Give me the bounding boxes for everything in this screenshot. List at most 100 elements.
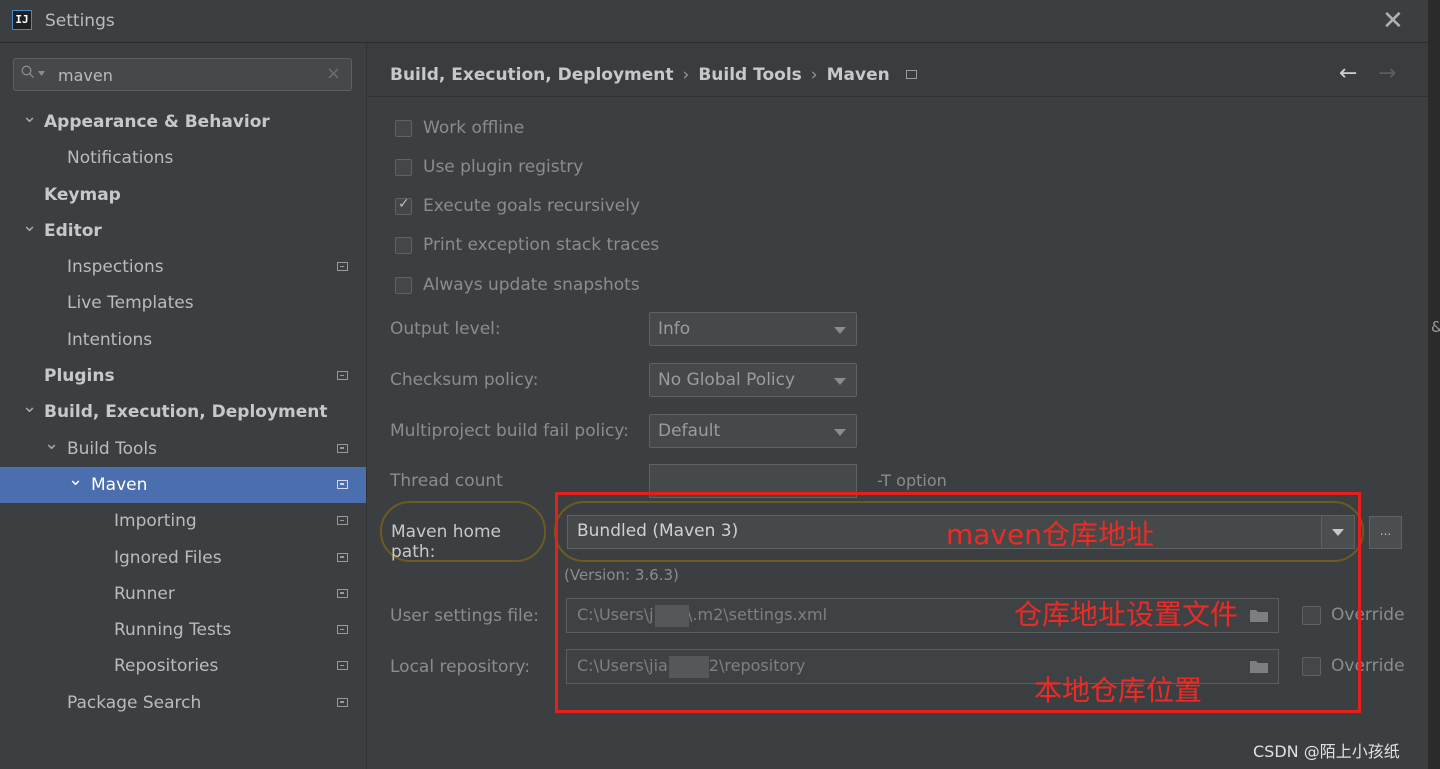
checkbox-box-checked[interactable] xyxy=(395,196,412,215)
sidebar-item-package-search[interactable]: Package Search xyxy=(0,685,366,721)
sidebar-item-label: Plugins xyxy=(44,366,115,387)
folder-icon[interactable] xyxy=(1250,660,1268,673)
sidebar-item-appearance-behavior[interactable]: ⌄ Appearance & Behavior xyxy=(0,104,366,140)
project-level-icon xyxy=(905,70,917,79)
maven-home-value: Bundled (Maven 3) xyxy=(577,521,739,541)
annotation-local-repo: 本地仓库位置 xyxy=(1034,674,1203,707)
sidebar-item-plugins[interactable]: Plugins xyxy=(0,358,366,394)
local-repository-override-checkbox[interactable]: Override xyxy=(1302,656,1405,676)
redacted-mask xyxy=(655,605,689,627)
checkbox-label: Work offline xyxy=(423,118,525,138)
chevron-down-icon xyxy=(834,378,846,385)
dropdown-value: No Global Policy xyxy=(658,370,796,390)
sidebar-item-label: Running Tests xyxy=(114,620,232,641)
checksum-policy-dropdown[interactable]: No Global Policy xyxy=(649,363,857,397)
chevron-down-icon[interactable]: ⌄ xyxy=(22,99,37,135)
sidebar-item-editor[interactable]: ⌄ Editor xyxy=(0,213,366,249)
sidebar-item-label: Package Search xyxy=(67,692,202,713)
search-options-chevron-icon[interactable] xyxy=(38,71,45,76)
breadcrumb: Build, Execution, Deployment › Build Tools… xyxy=(390,65,917,85)
settings-search-box[interactable]: × xyxy=(13,58,352,91)
dropdown-value: Default xyxy=(658,421,721,441)
sidebar-item-intentions[interactable]: Intentions xyxy=(0,322,366,358)
annotation-settings-file: 仓库地址设置文件 xyxy=(1014,598,1239,631)
project-level-icon xyxy=(337,588,348,598)
chevron-down-icon[interactable] xyxy=(1321,516,1354,548)
checkbox-box[interactable] xyxy=(395,119,412,137)
folder-icon[interactable] xyxy=(1250,609,1268,622)
output-level-dropdown[interactable]: Info xyxy=(649,312,857,346)
checkbox-label: Print exception stack traces xyxy=(423,235,660,255)
chevron-down-icon[interactable]: ⌄ xyxy=(44,426,59,462)
clear-search-icon[interactable]: × xyxy=(326,63,341,84)
sidebar-item-maven[interactable]: ⌄ Maven xyxy=(0,466,366,504)
chevron-down-icon[interactable]: ⌄ xyxy=(22,208,37,244)
project-level-icon xyxy=(337,516,348,526)
checkbox-box[interactable] xyxy=(395,236,412,254)
sidebar-item-build-tools[interactable]: ⌄ Build Tools xyxy=(0,431,366,467)
project-level-icon xyxy=(337,262,348,272)
intellij-app-icon: IJ xyxy=(12,10,32,30)
sidebar-item-ignored-files[interactable]: Ignored Files xyxy=(0,540,366,576)
sidebar-item-label: Editor xyxy=(44,220,102,241)
sidebar-item-running-tests[interactable]: Running Tests xyxy=(0,612,366,648)
sidebar-item-runner[interactable]: Runner xyxy=(0,576,366,612)
sidebar-item-repositories[interactable]: Repositories xyxy=(0,648,366,684)
maven-version-text: (Version: 3.6.3) xyxy=(564,566,679,584)
maven-settings-panel: Build, Execution, Deployment › Build Tools… xyxy=(367,43,1428,769)
override-label: Override xyxy=(1331,656,1405,676)
breadcrumb-separator: › xyxy=(682,65,690,85)
checkbox-box[interactable] xyxy=(395,158,412,176)
watermark: CSDN @陌上小孩纸 xyxy=(1253,742,1400,761)
search-input[interactable] xyxy=(56,62,320,88)
sidebar-item-label: Notifications xyxy=(67,148,174,169)
chevron-down-icon[interactable]: ⌄ xyxy=(68,462,83,498)
thread-count-label: Thread count xyxy=(390,471,503,491)
always-update-snapshots-checkbox[interactable]: Always update snapshots xyxy=(395,273,640,297)
chevron-down-icon xyxy=(834,327,846,334)
back-arrow-icon[interactable]: ← xyxy=(1339,61,1357,86)
chevron-down-icon[interactable]: ⌄ xyxy=(22,389,37,425)
checkbox-box[interactable] xyxy=(395,276,412,294)
sidebar-item-label: Ignored Files xyxy=(114,547,222,568)
thread-count-input[interactable] xyxy=(649,464,857,498)
work-offline-checkbox[interactable]: Work offline xyxy=(395,116,524,140)
project-level-icon xyxy=(337,443,348,453)
sidebar-item-notifications[interactable]: Notifications xyxy=(0,140,366,176)
maven-home-label: Maven home path: xyxy=(391,522,501,562)
user-settings-value: C:\Users\j oke\.m2\settings.xml xyxy=(577,605,828,624)
checkbox-box[interactable] xyxy=(1302,605,1321,625)
user-settings-label: User settings file: xyxy=(390,606,539,626)
search-icon xyxy=(21,65,34,78)
dropdown-value: Info xyxy=(658,319,691,339)
project-level-icon xyxy=(337,625,348,635)
edge-glyph: & xyxy=(1431,318,1440,336)
sidebar-item-keymap[interactable]: Keymap xyxy=(0,177,366,213)
sidebar-item-label: Inspections xyxy=(67,257,164,278)
maven-home-label-highlight: Maven home path: xyxy=(380,501,546,562)
project-level-icon xyxy=(337,371,348,381)
settings-sidebar: × ⌄Appearance & Behavior Notifications Key… xyxy=(0,43,367,769)
project-level-icon xyxy=(337,697,348,707)
close-icon[interactable]: ✕ xyxy=(1382,6,1404,36)
sidebar-item-label: Intentions xyxy=(67,329,153,350)
sidebar-item-inspections[interactable]: Inspections xyxy=(0,249,366,285)
checkbox-label: Always update snapshots xyxy=(423,275,640,295)
sidebar-item-importing[interactable]: Importing xyxy=(0,503,366,539)
user-settings-override-checkbox[interactable]: Override xyxy=(1302,605,1405,625)
override-label: Override xyxy=(1331,605,1405,625)
breadcrumb-item: Build, Execution, Deployment xyxy=(390,65,674,85)
project-level-icon xyxy=(337,661,348,671)
sidebar-item-live-templates[interactable]: Live Templates xyxy=(0,285,366,321)
checkbox-label: Use plugin registry xyxy=(423,157,584,177)
chevron-down-icon xyxy=(834,429,846,436)
use-plugin-registry-checkbox[interactable]: Use plugin registry xyxy=(395,155,583,179)
checkbox-label: Execute goals recursively xyxy=(423,196,641,216)
fail-policy-dropdown[interactable]: Default xyxy=(649,414,857,448)
checkbox-box[interactable] xyxy=(1302,656,1321,676)
browse-button[interactable]: ... xyxy=(1369,516,1402,549)
forward-arrow-icon[interactable]: → xyxy=(1378,61,1396,86)
print-exception-stack-traces-checkbox[interactable]: Print exception stack traces xyxy=(395,233,659,257)
sidebar-item-label: Importing xyxy=(114,511,197,532)
execute-goals-recursively-checkbox[interactable]: Execute goals recursively xyxy=(395,194,640,218)
